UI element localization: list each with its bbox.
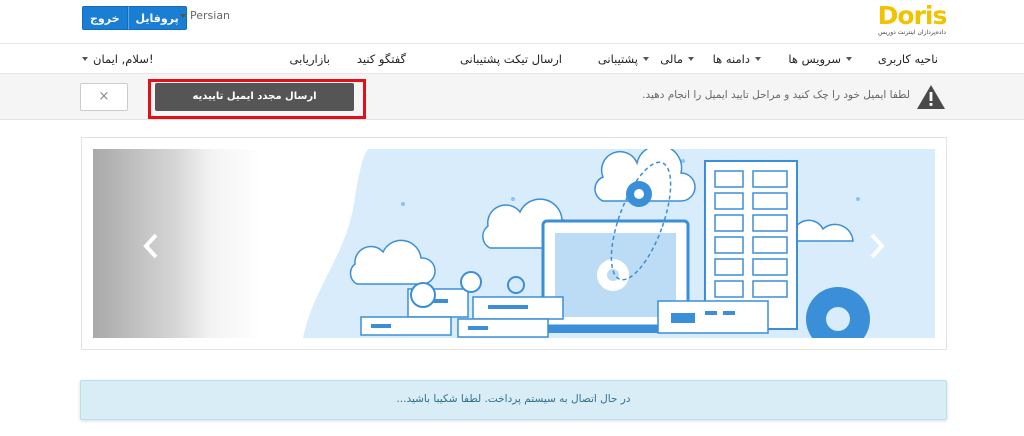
nav-item-support[interactable]: پشتیبانی: [598, 52, 649, 66]
nav-item-label: مالی: [660, 52, 683, 66]
logo-text: Doris: [877, 1, 948, 30]
chevron-down-icon: [82, 57, 88, 61]
nav-item-live-chat[interactable]: گفتگو کنید: [357, 52, 406, 66]
logo[interactable]: Doris داده‌پردازان اینترنت دوریس: [872, 2, 952, 42]
server-illustration: [303, 149, 935, 338]
chevron-down-icon: [755, 57, 761, 61]
logo-subtitle: داده‌پردازان اینترنت دوریس: [878, 29, 946, 36]
nav-item-client-area[interactable]: ناحیه کاربری: [878, 52, 938, 66]
chevron-down-icon: [180, 13, 186, 18]
carousel-prev-icon[interactable]: [140, 231, 162, 261]
payment-connecting-message: در حال اتصال به سیستم پرداخت. لطفا شکیبا…: [396, 393, 631, 405]
main-nav: ناحیه کاربری سرویس ها دامنه ها مالی پشتی…: [0, 44, 1024, 74]
payment-connecting-notice: در حال اتصال به سیستم پرداخت. لطفا شکیبا…: [80, 380, 947, 420]
nav-item-billing[interactable]: مالی: [660, 52, 694, 66]
chevron-down-icon: [688, 57, 694, 61]
nav-item-label: بازاریابی: [289, 52, 331, 66]
nav-item-label: ارسال تیکت پشتیبانی: [459, 52, 562, 66]
nav-item-open-ticket[interactable]: ارسال تیکت پشتیبانی: [460, 52, 562, 66]
user-greeting-menu[interactable]: سلام, ایمان!: [82, 52, 154, 66]
nav-item-label: دامنه ها: [712, 52, 750, 66]
nav-item-label: ناحیه کاربری: [877, 52, 938, 66]
nav-item-affiliates[interactable]: بازاریابی: [290, 52, 331, 66]
nav-item-services[interactable]: سرویس ها: [788, 52, 852, 66]
resend-verification-email-button[interactable]: ارسال مجدد ایمیل تاییدیه: [155, 83, 354, 111]
carousel-next-icon[interactable]: [866, 231, 888, 261]
language-selector[interactable]: Persian: [180, 9, 230, 22]
nav-item-label: گفتگو کنید: [356, 52, 406, 66]
language-label: Persian: [190, 9, 231, 22]
account-button-group: خروج پروفایل: [82, 6, 187, 30]
alert-message: لطفا ایمیل خود را چک کنید و مراحل تایید …: [642, 89, 910, 101]
top-bar: خروج پروفایل Persian Doris داده‌پردازان …: [0, 0, 1024, 44]
chevron-down-icon: [643, 57, 649, 61]
nav-item-domains[interactable]: دامنه ها: [713, 52, 761, 66]
banner-carousel: [93, 149, 935, 338]
warning-icon: [917, 85, 945, 109]
logout-button[interactable]: خروج: [82, 6, 128, 30]
nav-item-label: سرویس ها: [788, 52, 841, 66]
nav-item-label: پشتیبانی: [597, 52, 638, 66]
profile-button[interactable]: پروفایل: [127, 6, 187, 30]
close-alert-button[interactable]: ×: [80, 83, 128, 111]
user-greeting: سلام, ایمان!: [93, 52, 154, 66]
chevron-down-icon: [846, 57, 852, 61]
